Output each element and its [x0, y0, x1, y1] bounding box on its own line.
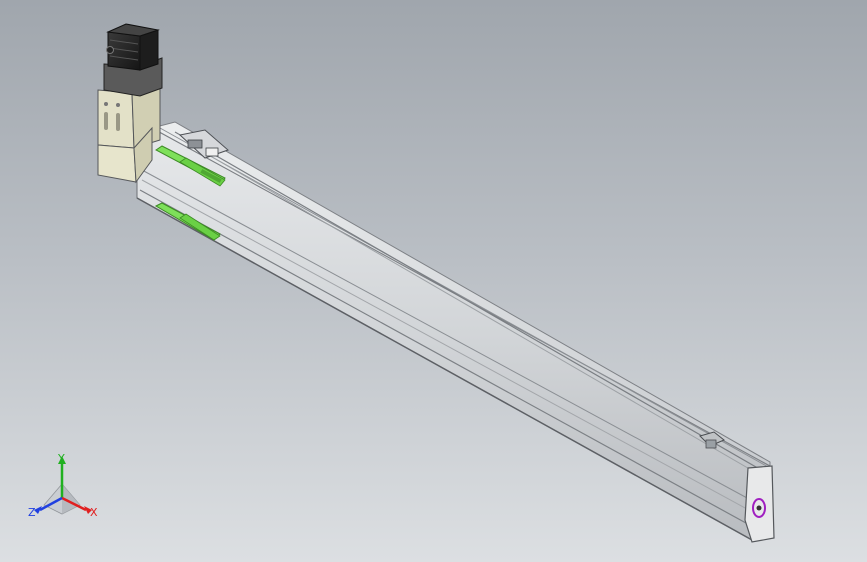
bracket-slot-right	[116, 113, 120, 131]
end-cap-hole-icon	[756, 505, 762, 511]
end-cap-face	[744, 465, 775, 543]
rail-top-face	[150, 121, 771, 467]
bracket-lower-block	[97, 144, 137, 183]
motor-body-side	[139, 29, 159, 71]
cad-viewport[interactable]: Y X Z	[0, 0, 867, 562]
rail-groove-5	[141, 179, 759, 516]
triad-y-label: Y	[57, 452, 65, 465]
rail-bottom-edge	[136, 197, 753, 541]
end-cap[interactable]	[744, 465, 775, 543]
orientation-triad[interactable]: Y X Z	[28, 452, 98, 519]
rail-groove-6	[139, 189, 756, 529]
bracket-slot-left	[104, 112, 108, 130]
linear-rail[interactable]	[136, 121, 771, 541]
rail-groove-4	[141, 169, 761, 506]
rail-groove-1	[159, 127, 771, 469]
motor-connector-icon	[106, 46, 114, 54]
triad-z-label: Z	[28, 506, 36, 519]
triad-x-label: X	[90, 506, 98, 519]
model-canvas[interactable]: Y X Z	[0, 0, 867, 562]
rail-groove-3	[199, 149, 766, 479]
servo-motor[interactable]	[103, 23, 163, 97]
rail-groove-2	[174, 131, 769, 475]
rail-side-face	[136, 127, 771, 541]
